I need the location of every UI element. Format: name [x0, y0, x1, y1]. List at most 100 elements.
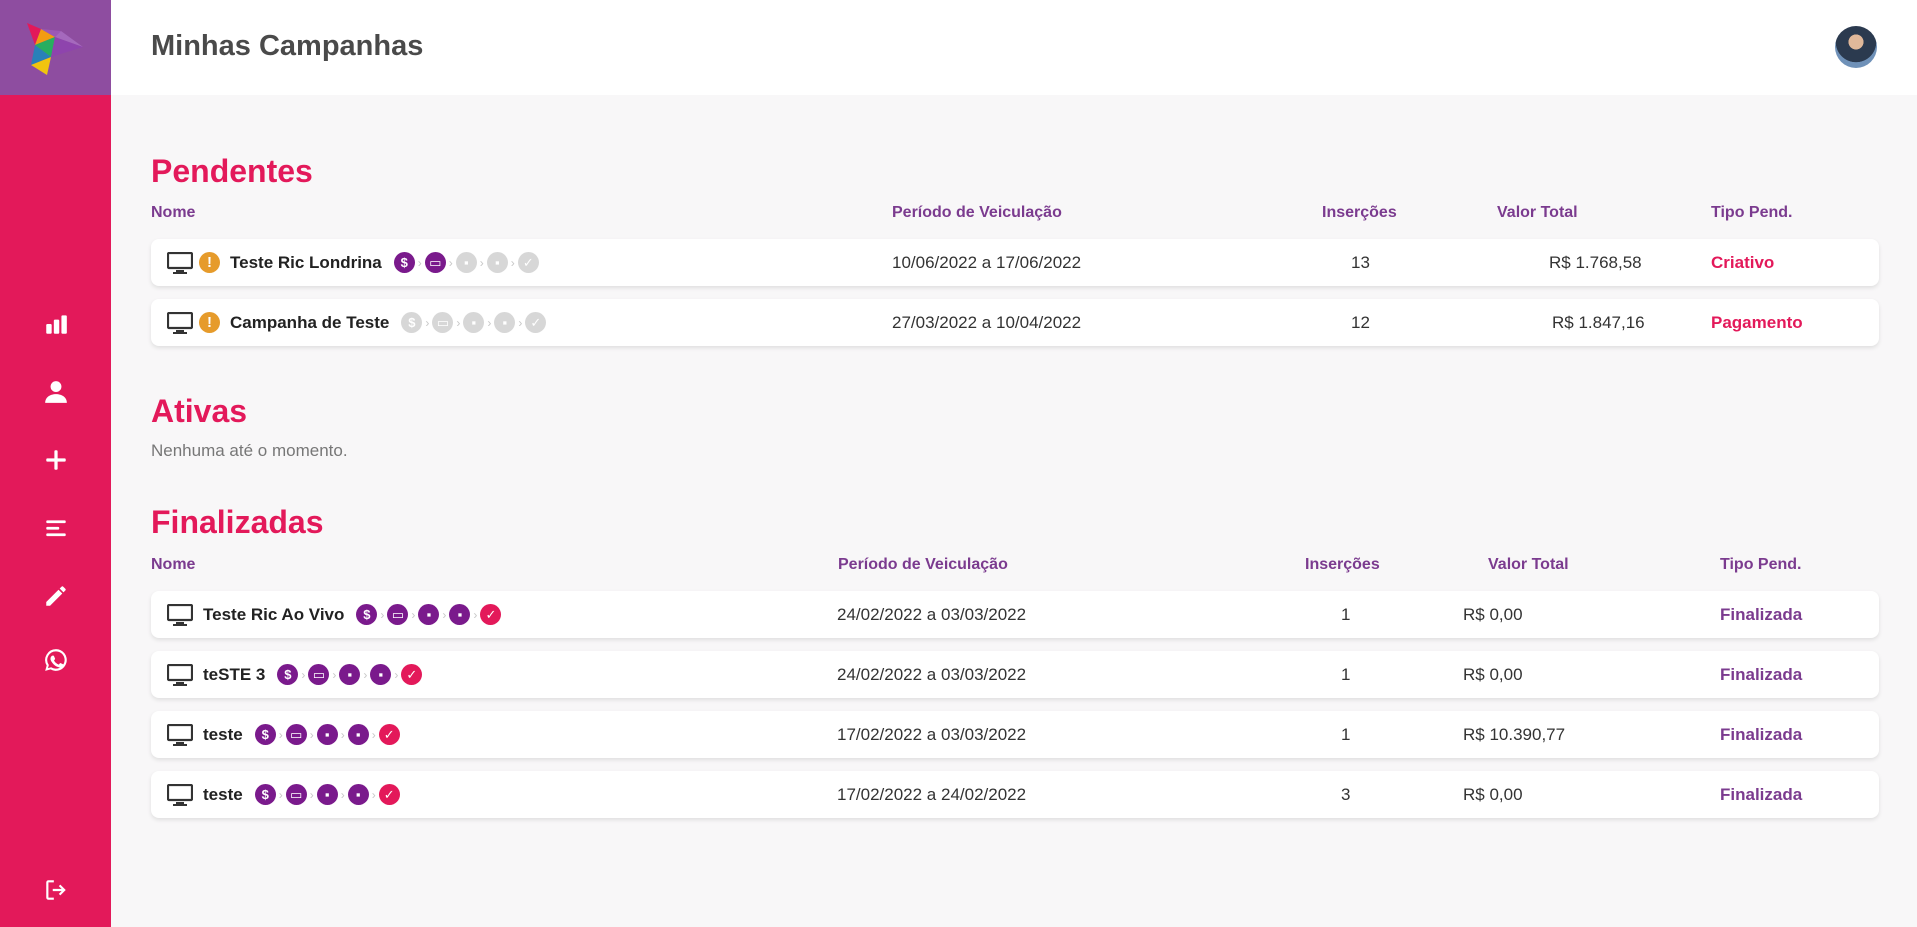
type-cell[interactable]: Pagamento: [1711, 299, 1803, 346]
sidebar-item-edit[interactable]: [0, 576, 111, 616]
payment-step-icon: $: [356, 604, 378, 625]
sidebar-item-whatsapp[interactable]: [0, 640, 111, 680]
whatsapp-icon: [44, 649, 67, 671]
col-head-period: Período de Veiculação: [892, 204, 1062, 221]
chevron-right-icon: ›: [518, 315, 523, 330]
col-head-total: Valor Total: [1488, 556, 1569, 573]
sidebar-item-profile[interactable]: [0, 372, 111, 412]
tv-icon: [167, 723, 193, 746]
sidebar-item-logout[interactable]: [0, 870, 111, 910]
payment-step-icon: $: [401, 312, 423, 333]
section-title-ativas: Ativas: [151, 393, 248, 429]
tv-step-icon: ▭: [424, 252, 446, 273]
tv-step-icon: ▭: [285, 724, 307, 745]
chevron-right-icon: ›: [332, 667, 337, 682]
chevron-right-icon: ›: [456, 315, 461, 330]
chevron-right-icon: ›: [473, 607, 478, 622]
tv-step-icon: ▭: [285, 784, 307, 805]
col-head-insertions: Inserções: [1305, 556, 1380, 573]
insertions-cell: 1: [1341, 724, 1351, 744]
sidebar-item-new-campaign[interactable]: [0, 440, 111, 480]
table-row[interactable]: teste $ › ▭ › ▪ › ▪ › ✓ 17/02/2022 a 24/02/2…: [151, 771, 1879, 818]
campaign-name: teste: [203, 784, 243, 804]
payment-step-icon: $: [254, 784, 276, 805]
type-cell[interactable]: Finalizada: [1720, 651, 1802, 698]
name-cell: ! Campanha de Teste $ › ▭ › ▪ › ▪ › ✓: [167, 299, 547, 346]
clapper-step-icon: ▪: [347, 724, 369, 745]
tv-icon: [167, 603, 193, 626]
warning-icon: !: [199, 252, 220, 273]
chevron-right-icon: ›: [278, 787, 283, 802]
total-cell: R$ 10.390,77: [1463, 724, 1566, 744]
chevron-right-icon: ›: [417, 255, 422, 270]
list-icon: [45, 520, 66, 537]
name-cell: ! Teste Ric Londrina $ › ▭ › ▪ › ▪ › ✓: [167, 239, 539, 286]
total-cell: R$ 0,00: [1463, 664, 1523, 684]
insertions-cell: 12: [1351, 312, 1370, 332]
chevron-right-icon: ›: [448, 255, 453, 270]
type-cell[interactable]: Finalizada: [1720, 771, 1802, 818]
table-row[interactable]: ! Campanha de Teste $ › ▭ › ▪ › ▪ › ✓ 27/03/…: [151, 299, 1879, 346]
chevron-right-icon: ›: [363, 667, 368, 682]
tv-step-icon: ▭: [387, 604, 409, 625]
chevron-right-icon: ›: [425, 315, 430, 330]
table-row[interactable]: Teste Ric Ao Vivo $ › ▭ › ▪ › ▪ › ✓ 24/02/20…: [151, 591, 1879, 638]
period-cell: 27/03/2022 a 10/04/2022: [892, 312, 1082, 332]
col-head-type: Tipo Pend.: [1711, 204, 1793, 221]
section-title-pendentes: Pendentes: [151, 153, 313, 189]
app-logo[interactable]: [0, 0, 111, 95]
video-step-icon: ▪: [455, 252, 477, 273]
table-row[interactable]: ! Teste Ric Londrina $ › ▭ › ▪ › ▪ › ✓ 10/06…: [151, 239, 1879, 286]
campaign-name: teSTE 3: [203, 664, 266, 684]
col-head-period: Período de Veiculação: [838, 556, 1008, 573]
chevron-right-icon: ›: [340, 727, 345, 742]
sidebar-item-dashboard[interactable]: [0, 304, 111, 344]
check-step-icon: ✓: [401, 664, 423, 685]
user-avatar[interactable]: [1835, 26, 1877, 68]
type-cell[interactable]: Criativo: [1711, 239, 1774, 286]
check-step-icon: ✓: [525, 312, 547, 333]
payment-step-icon: $: [277, 664, 299, 685]
name-cell: Teste Ric Ao Vivo $ › ▭ › ▪ › ▪ › ✓: [167, 591, 502, 638]
name-cell: teste $ › ▭ › ▪ › ▪ › ✓: [167, 711, 400, 758]
insertions-cell: 3: [1341, 784, 1351, 804]
campaign-name: Teste Ric Ao Vivo: [203, 604, 345, 624]
col-head-type: Tipo Pend.: [1720, 556, 1802, 573]
table-row[interactable]: teste $ › ▭ › ▪ › ▪ › ✓ 17/02/2022 a 03/03/2…: [151, 711, 1879, 758]
progress-steps: $ › ▭ › ▪ › ▪ › ✓: [277, 664, 423, 685]
logout-icon: [45, 880, 66, 900]
empty-message: Nenhuma até o momento.: [151, 441, 348, 460]
check-step-icon: ✓: [378, 784, 400, 805]
chevron-right-icon: ›: [371, 787, 376, 802]
chevron-right-icon: ›: [510, 255, 515, 270]
table-row[interactable]: teSTE 3 $ › ▭ › ▪ › ▪ › ✓ 24/02/2022 a 03/03…: [151, 651, 1879, 698]
insertions-cell: 13: [1351, 252, 1370, 272]
insertions-cell: 1: [1341, 604, 1351, 624]
tv-step-icon: ▭: [308, 664, 330, 685]
top-header: Minhas Campanhas: [111, 0, 1917, 95]
clapper-step-icon: ▪: [370, 664, 392, 685]
type-cell[interactable]: Finalizada: [1720, 591, 1802, 638]
total-cell: R$ 0,00: [1463, 604, 1523, 624]
progress-steps: $ › ▭ › ▪ › ▪ › ✓: [254, 784, 400, 805]
video-step-icon: ▪: [463, 312, 485, 333]
progress-steps: $ › ▭ › ▪ › ▪ › ✓: [393, 252, 539, 273]
clapper-step-icon: ▪: [486, 252, 508, 273]
tv-icon: [167, 251, 193, 274]
sidebar-item-campaigns[interactable]: [0, 508, 111, 548]
campaign-name: teste: [203, 724, 243, 744]
progress-steps: $ › ▭ › ▪ › ▪ › ✓: [356, 604, 502, 625]
plus-icon: [45, 450, 66, 470]
chevron-right-icon: ›: [487, 315, 492, 330]
chevron-right-icon: ›: [479, 255, 484, 270]
chevron-right-icon: ›: [371, 727, 376, 742]
total-cell: R$ 0,00: [1463, 784, 1523, 804]
type-cell[interactable]: Finalizada: [1720, 711, 1802, 758]
tv-icon: [167, 663, 193, 686]
chevron-right-icon: ›: [394, 667, 399, 682]
check-step-icon: ✓: [517, 252, 539, 273]
period-cell: 24/02/2022 a 03/03/2022: [837, 604, 1027, 624]
progress-steps: $ › ▭ › ▪ › ▪ › ✓: [254, 724, 400, 745]
chevron-right-icon: ›: [340, 787, 345, 802]
video-step-icon: ▪: [316, 784, 338, 805]
